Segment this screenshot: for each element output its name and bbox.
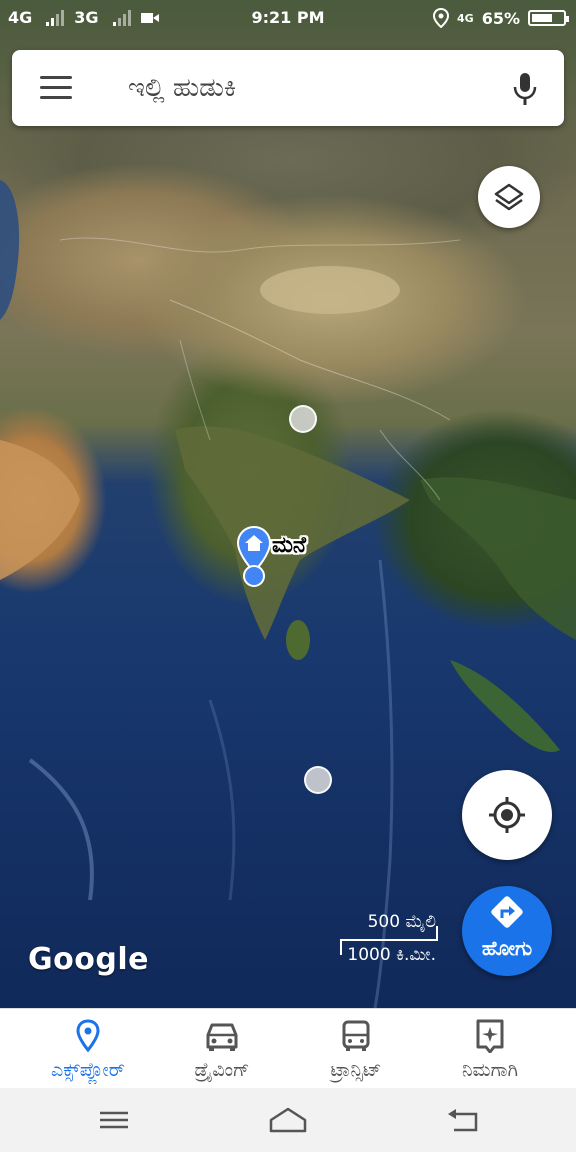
- tab-transit-label: ಟ್ರಾನ್ಸಿಟ್: [330, 1059, 382, 1081]
- status-bar: 4G 3G 9:21 PM 4G 65%: [0, 0, 576, 36]
- back-icon[interactable]: [444, 1106, 484, 1134]
- layers-icon: [494, 183, 524, 211]
- map-point-marker[interactable]: [304, 766, 332, 794]
- scale-km: 1000 ಕಿ.ಮೀ.: [347, 945, 436, 965]
- system-navigation-bar: [0, 1088, 576, 1152]
- home-icon[interactable]: [268, 1106, 308, 1134]
- scale-miles: 500 ಮೈಲಿ: [367, 912, 436, 932]
- mobile-data-label: 4G: [457, 11, 474, 25]
- search-bar: [12, 50, 564, 126]
- home-label: ಮನೆ: [272, 533, 307, 558]
- recent-apps-icon[interactable]: [94, 1106, 134, 1134]
- location-icon: [433, 8, 450, 28]
- status-right: 4G 65%: [433, 8, 569, 28]
- crosshair-icon: [489, 797, 525, 833]
- map-scale: 500 ಮೈಲಿ 1000 ಕಿ.ಮೀ.: [332, 912, 438, 968]
- map-point-marker[interactable]: [289, 405, 317, 433]
- directions-icon: [491, 896, 523, 928]
- microphone-icon[interactable]: [512, 72, 538, 106]
- go-directions-button[interactable]: ಹೋಗು: [462, 886, 552, 976]
- layers-button[interactable]: [478, 166, 540, 228]
- tab-driving[interactable]: ಡ್ರೈವಿಂಗ್: [150, 1009, 294, 1089]
- sparkle-bookmark-icon: [476, 1019, 504, 1053]
- place-pin-icon: [76, 1019, 100, 1053]
- hamburger-menu-icon[interactable]: [40, 76, 74, 100]
- battery-icon: [528, 10, 569, 26]
- google-logo: Google: [28, 942, 149, 977]
- tab-for-you[interactable]: ನಿಮಗಾಗಿ: [418, 1009, 562, 1089]
- tab-transit[interactable]: ಟ್ರಾನ್ಸಿಟ್: [284, 1009, 428, 1089]
- my-location-button[interactable]: [462, 770, 552, 860]
- go-label: ಹೋಗು: [481, 936, 533, 960]
- tab-for-you-label: ನಿಮಗಾಗಿ: [461, 1059, 518, 1081]
- bus-icon: [342, 1020, 370, 1051]
- tab-explore-label: ಎಕ್ಸ್‌ಪ್ಲೋರ್: [51, 1059, 125, 1081]
- current-location-dot: [243, 565, 265, 587]
- bottom-navigation: ಎಕ್ಸ್‌ಪ್ಲೋರ್ ಡ್ರೈವಿಂಗ್ ಟ್ರಾನ್ಸಿಟ್ ನಿಮಗಾಗ…: [0, 1008, 576, 1088]
- battery-percent: 65%: [481, 8, 520, 28]
- car-icon: [206, 1023, 238, 1051]
- tab-explore[interactable]: ಎಕ್ಸ್‌ಪ್ಲೋರ್: [16, 1009, 160, 1089]
- tab-driving-label: ಡ್ರೈವಿಂಗ್: [194, 1059, 250, 1081]
- search-input[interactable]: [128, 68, 488, 108]
